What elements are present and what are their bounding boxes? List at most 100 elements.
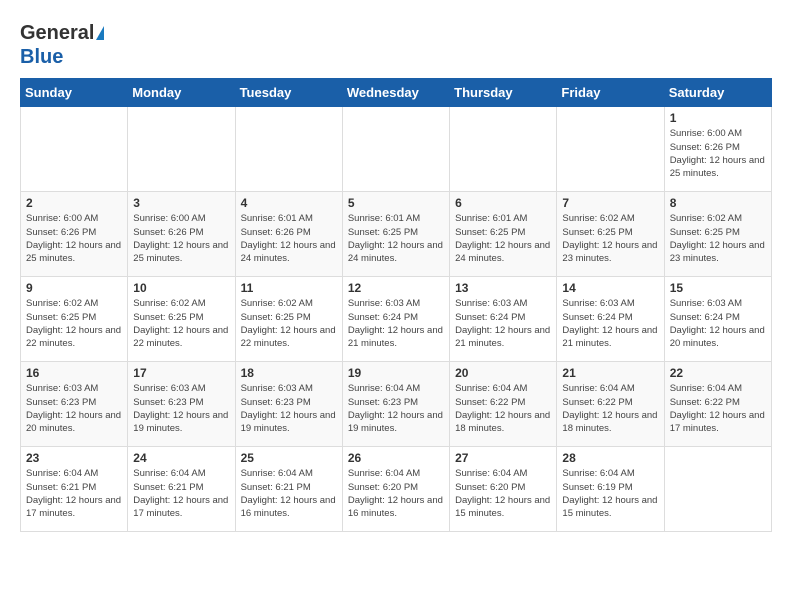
logo: General Blue bbox=[20, 20, 104, 68]
day-info: Sunrise: 6:03 AM Sunset: 6:23 PM Dayligh… bbox=[133, 382, 229, 435]
calendar-week-row: 16Sunrise: 6:03 AM Sunset: 6:23 PM Dayli… bbox=[21, 362, 772, 447]
day-info: Sunrise: 6:04 AM Sunset: 6:22 PM Dayligh… bbox=[455, 382, 551, 435]
day-info: Sunrise: 6:03 AM Sunset: 6:24 PM Dayligh… bbox=[562, 297, 658, 350]
day-number: 12 bbox=[348, 281, 444, 295]
calendar-day-cell: 23 Sunrise: 6:04 AM Sunset: 6:21 PM Dayli… bbox=[21, 447, 128, 532]
calendar-day-cell: 5 Sunrise: 6:01 AM Sunset: 6:25 PM Daylig… bbox=[342, 192, 449, 277]
day-info: Sunrise: 6:04 AM Sunset: 6:21 PM Dayligh… bbox=[133, 467, 229, 520]
calendar-day-cell bbox=[21, 107, 128, 192]
day-number: 15 bbox=[670, 281, 766, 295]
day-info: Sunrise: 6:04 AM Sunset: 6:21 PM Dayligh… bbox=[241, 467, 337, 520]
day-info: Sunrise: 6:04 AM Sunset: 6:23 PM Dayligh… bbox=[348, 382, 444, 435]
day-number: 20 bbox=[455, 366, 551, 380]
calendar-day-cell: 27Sunrise: 6:04 AM Sunset: 6:20 PM Dayli… bbox=[450, 447, 557, 532]
calendar-day-cell: 9 Sunrise: 6:02 AM Sunset: 6:25 PM Daylig… bbox=[21, 277, 128, 362]
day-info: Sunrise: 6:03 AM Sunset: 6:23 PM Dayligh… bbox=[241, 382, 337, 435]
day-number: 22 bbox=[670, 366, 766, 380]
calendar-day-cell: 8 Sunrise: 6:02 AM Sunset: 6:25 PM Daylig… bbox=[664, 192, 771, 277]
calendar-day-cell: 28 Sunrise: 6:04 AM Sunset: 6:19 PM Dayli… bbox=[557, 447, 664, 532]
day-info: Sunrise: 6:04 AM Sunset: 6:22 PM Dayligh… bbox=[670, 382, 766, 435]
calendar-day-cell: 22 Sunrise: 6:04 AM Sunset: 6:22 PM Dayli… bbox=[664, 362, 771, 447]
calendar-day-cell: 11 Sunrise: 6:02 AM Sunset: 6:25 PM Dayli… bbox=[235, 277, 342, 362]
calendar-day-cell: 25 Sunrise: 6:04 AM Sunset: 6:21 PM Dayli… bbox=[235, 447, 342, 532]
weekday-header-friday: Friday bbox=[557, 79, 664, 107]
day-info: Sunrise: 6:02 AM Sunset: 6:25 PM Dayligh… bbox=[562, 212, 658, 265]
day-number: 2 bbox=[26, 196, 122, 210]
day-number: 5 bbox=[348, 196, 444, 210]
calendar-day-cell: 20 Sunrise: 6:04 AM Sunset: 6:22 PM Dayli… bbox=[450, 362, 557, 447]
day-number: 25 bbox=[241, 451, 337, 465]
calendar-day-cell: 7 Sunrise: 6:02 AM Sunset: 6:25 PM Daylig… bbox=[557, 192, 664, 277]
weekday-header-row: SundayMondayTuesdayWednesdayThursdayFrid… bbox=[21, 79, 772, 107]
calendar-day-cell: 14 Sunrise: 6:03 AM Sunset: 6:24 PM Dayli… bbox=[557, 277, 664, 362]
calendar-week-row: 2 Sunrise: 6:00 AM Sunset: 6:26 PM Daylig… bbox=[21, 192, 772, 277]
day-info: Sunrise: 6:04 AM Sunset: 6:19 PM Dayligh… bbox=[562, 467, 658, 520]
logo-blue-text: Blue bbox=[20, 46, 63, 68]
day-info: Sunrise: 6:04 AM Sunset: 6:21 PM Dayligh… bbox=[26, 467, 122, 520]
calendar-day-cell: 19 Sunrise: 6:04 AM Sunset: 6:23 PM Dayli… bbox=[342, 362, 449, 447]
day-info: Sunrise: 6:04 AM Sunset: 6:20 PM Dayligh… bbox=[455, 467, 551, 520]
day-number: 6 bbox=[455, 196, 551, 210]
day-number: 26 bbox=[348, 451, 444, 465]
day-info: Sunrise: 6:03 AM Sunset: 6:24 PM Dayligh… bbox=[348, 297, 444, 350]
calendar-day-cell: 18 Sunrise: 6:03 AM Sunset: 6:23 PM Dayli… bbox=[235, 362, 342, 447]
weekday-header-tuesday: Tuesday bbox=[235, 79, 342, 107]
day-info: Sunrise: 6:02 AM Sunset: 6:25 PM Dayligh… bbox=[241, 297, 337, 350]
day-info: Sunrise: 6:02 AM Sunset: 6:25 PM Dayligh… bbox=[26, 297, 122, 350]
weekday-header-monday: Monday bbox=[128, 79, 235, 107]
day-number: 14 bbox=[562, 281, 658, 295]
day-info: Sunrise: 6:04 AM Sunset: 6:22 PM Dayligh… bbox=[562, 382, 658, 435]
day-number: 17 bbox=[133, 366, 229, 380]
calendar-day-cell: 17 Sunrise: 6:03 AM Sunset: 6:23 PM Dayli… bbox=[128, 362, 235, 447]
day-number: 18 bbox=[241, 366, 337, 380]
logo-general-text: General bbox=[20, 22, 94, 44]
day-number: 4 bbox=[241, 196, 337, 210]
day-info: Sunrise: 6:00 AM Sunset: 6:26 PM Dayligh… bbox=[670, 127, 766, 180]
day-number: 1 bbox=[670, 111, 766, 125]
page-header: General Blue bbox=[20, 20, 772, 68]
day-info: Sunrise: 6:03 AM Sunset: 6:23 PM Dayligh… bbox=[26, 382, 122, 435]
calendar-day-cell bbox=[557, 107, 664, 192]
day-number: 19 bbox=[348, 366, 444, 380]
day-number: 8 bbox=[670, 196, 766, 210]
day-number: 28 bbox=[562, 451, 658, 465]
day-number: 10 bbox=[133, 281, 229, 295]
day-number: 13 bbox=[455, 281, 551, 295]
calendar-day-cell: 3 Sunrise: 6:00 AM Sunset: 6:26 PM Daylig… bbox=[128, 192, 235, 277]
weekday-header-thursday: Thursday bbox=[450, 79, 557, 107]
calendar-day-cell: 26Sunrise: 6:04 AM Sunset: 6:20 PM Dayli… bbox=[342, 447, 449, 532]
day-info: Sunrise: 6:01 AM Sunset: 6:25 PM Dayligh… bbox=[348, 212, 444, 265]
day-number: 23 bbox=[26, 451, 122, 465]
weekday-header-wednesday: Wednesday bbox=[342, 79, 449, 107]
calendar-day-cell: 24 Sunrise: 6:04 AM Sunset: 6:21 PM Dayli… bbox=[128, 447, 235, 532]
calendar-day-cell: 21 Sunrise: 6:04 AM Sunset: 6:22 PM Dayli… bbox=[557, 362, 664, 447]
calendar-week-row: 9 Sunrise: 6:02 AM Sunset: 6:25 PM Daylig… bbox=[21, 277, 772, 362]
weekday-header-sunday: Sunday bbox=[21, 79, 128, 107]
day-info: Sunrise: 6:02 AM Sunset: 6:25 PM Dayligh… bbox=[670, 212, 766, 265]
calendar-day-cell: 6 Sunrise: 6:01 AM Sunset: 6:25 PM Daylig… bbox=[450, 192, 557, 277]
calendar-day-cell bbox=[664, 447, 771, 532]
calendar-day-cell bbox=[235, 107, 342, 192]
calendar-day-cell: 13Sunrise: 6:03 AM Sunset: 6:24 PM Dayli… bbox=[450, 277, 557, 362]
day-number: 9 bbox=[26, 281, 122, 295]
day-number: 3 bbox=[133, 196, 229, 210]
day-number: 24 bbox=[133, 451, 229, 465]
day-number: 21 bbox=[562, 366, 658, 380]
weekday-header-saturday: Saturday bbox=[664, 79, 771, 107]
day-info: Sunrise: 6:00 AM Sunset: 6:26 PM Dayligh… bbox=[133, 212, 229, 265]
calendar-day-cell bbox=[450, 107, 557, 192]
calendar-day-cell: 10Sunrise: 6:02 AM Sunset: 6:25 PM Dayli… bbox=[128, 277, 235, 362]
calendar-week-row: 1 Sunrise: 6:00 AM Sunset: 6:26 PM Daylig… bbox=[21, 107, 772, 192]
calendar-day-cell: 4 Sunrise: 6:01 AM Sunset: 6:26 PM Daylig… bbox=[235, 192, 342, 277]
day-info: Sunrise: 6:01 AM Sunset: 6:26 PM Dayligh… bbox=[241, 212, 337, 265]
day-info: Sunrise: 6:01 AM Sunset: 6:25 PM Dayligh… bbox=[455, 212, 551, 265]
calendar-day-cell: 2 Sunrise: 6:00 AM Sunset: 6:26 PM Daylig… bbox=[21, 192, 128, 277]
calendar-day-cell: 12 Sunrise: 6:03 AM Sunset: 6:24 PM Dayli… bbox=[342, 277, 449, 362]
calendar-day-cell: 16Sunrise: 6:03 AM Sunset: 6:23 PM Dayli… bbox=[21, 362, 128, 447]
calendar-day-cell bbox=[128, 107, 235, 192]
day-info: Sunrise: 6:00 AM Sunset: 6:26 PM Dayligh… bbox=[26, 212, 122, 265]
calendar-day-cell: 1 Sunrise: 6:00 AM Sunset: 6:26 PM Daylig… bbox=[664, 107, 771, 192]
calendar-table: SundayMondayTuesdayWednesdayThursdayFrid… bbox=[20, 78, 772, 532]
day-number: 7 bbox=[562, 196, 658, 210]
day-number: 11 bbox=[241, 281, 337, 295]
